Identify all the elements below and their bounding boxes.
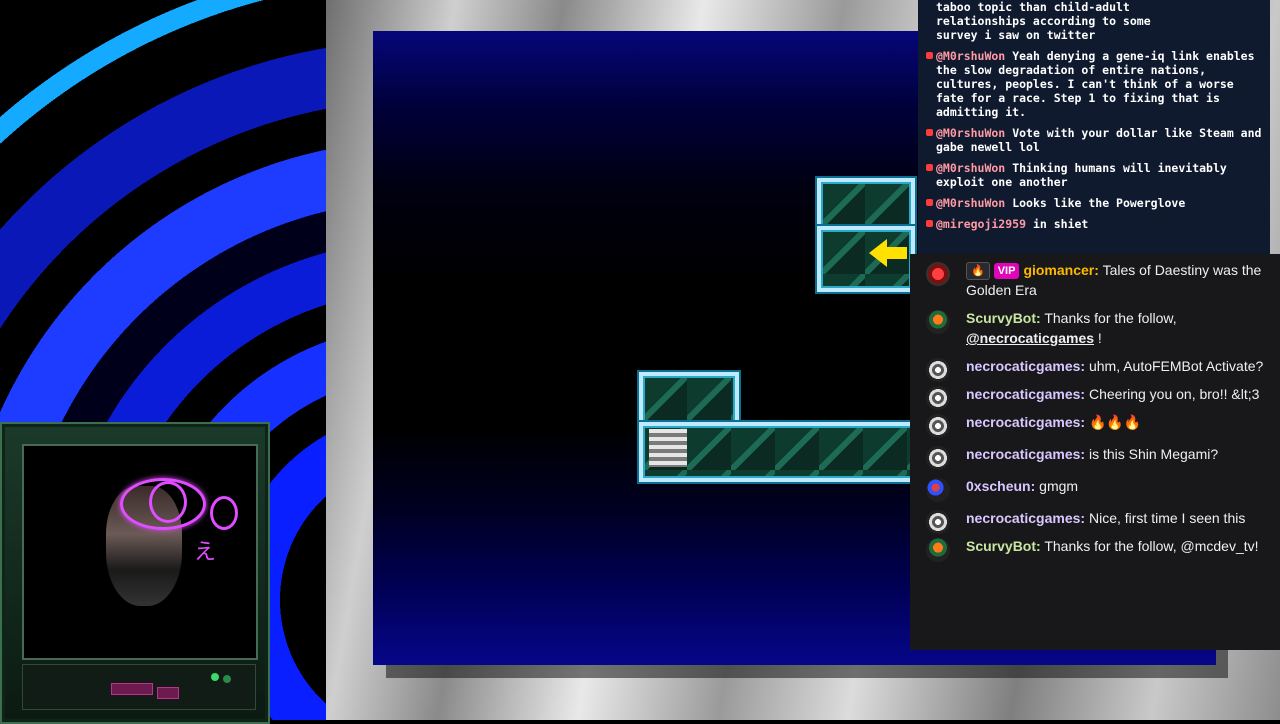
necro-avatar[interactable]: [926, 510, 950, 534]
chat-text: Thanks for the follow, @mcdev_tv!: [1044, 538, 1259, 554]
overlay-chat-user: @miregoji2959: [936, 217, 1027, 231]
status-led-icon: [211, 673, 219, 681]
kana-glyph: え: [194, 540, 217, 565]
chat-dot-icon: [926, 164, 933, 171]
webcam-frame: え: [0, 422, 270, 724]
chat-colon: :: [1094, 262, 1099, 278]
chat-text: 🔥🔥🔥: [1088, 414, 1142, 430]
chat-text: Nice, first time I seen this: [1088, 510, 1246, 526]
chat-colon: :: [1036, 310, 1041, 326]
stairs-tile: [649, 429, 687, 467]
overlay-chat-message: @miregoji2959 in shiet: [918, 217, 1270, 231]
chat-text: Thanks for the follow,: [1044, 310, 1177, 326]
player-arrow-tail: [885, 247, 907, 259]
overlay-chat-text: in shiet: [1032, 217, 1089, 231]
chat-colon: :: [1030, 478, 1036, 494]
chat-message: ScurvyBot: Thanks for the follow, @mcdev…: [910, 536, 1280, 562]
chat-username[interactable]: necrocaticgames: [966, 358, 1080, 374]
chat-colon: :: [1080, 358, 1086, 374]
chat-username[interactable]: necrocaticgames: [966, 386, 1080, 402]
chat-colon: :: [1080, 510, 1086, 526]
chat-dot-icon: [926, 220, 933, 227]
chat-message: necrocaticgames: is this Shin Megami?: [910, 444, 1280, 470]
chat-dot-icon: [926, 129, 933, 136]
necro-avatar[interactable]: [926, 386, 950, 410]
scurvy-avatar[interactable]: [926, 310, 950, 334]
chat-message: necrocaticgames: Nice, first time I seen…: [910, 508, 1280, 534]
chat-text: uhm, AutoFEMBot Activate?: [1088, 358, 1264, 374]
dungeon-wall: [817, 226, 915, 292]
webcam-feed: え: [22, 444, 258, 660]
chat-message: necrocaticgames: 🔥🔥🔥: [910, 412, 1280, 438]
chat-message: ScurvyBot: Thanks for the follow, @necro…: [910, 308, 1280, 348]
oxs-avatar[interactable]: [926, 478, 950, 502]
overlay-chat-text: Looks like the Powerglove: [1012, 196, 1186, 210]
chat-message: 0xscheun: gmgm: [910, 476, 1280, 502]
scurvy-avatar[interactable]: [926, 538, 950, 562]
overlay-chat-partial: taboo topic than child-adult relationshi…: [918, 0, 1270, 42]
overlay-chat-line: survey i saw on twitter: [936, 28, 1096, 42]
chat-dot-icon: [926, 199, 933, 206]
chat-colon: :: [1080, 446, 1086, 462]
chat-message: necrocaticgames: uhm, AutoFEMBot Activat…: [910, 356, 1280, 382]
overlay-chat-message: @M0rshuWon Vote with your dollar like St…: [918, 126, 1270, 154]
overlay-chat-message: @M0rshuWon Yeah denying a gene-iq link e…: [918, 49, 1270, 119]
chat-panel: 🔥 VIP giomancer: Tales of Daestiny was the…: [910, 254, 1280, 650]
chat-colon: :: [1080, 414, 1086, 430]
chat-username[interactable]: necrocaticgames: [966, 414, 1080, 430]
eye-pupil-icon: [149, 481, 187, 523]
chat-username[interactable]: ScurvyBot: [966, 538, 1036, 554]
necro-avatar[interactable]: [926, 446, 950, 470]
overlay-chat-line: relationships according to some: [936, 14, 1151, 28]
vip-badge[interactable]: VIP: [993, 263, 1020, 279]
small-eye-icon: [210, 496, 238, 530]
overlay-chat-user: @M0rshuWon: [936, 196, 1006, 210]
status-led-icon: [223, 675, 231, 683]
dungeon-wall: [817, 178, 915, 232]
overlay-chat-line: taboo topic than child-adult: [936, 0, 1130, 14]
chat-text: Cheering you on, bro!! &lt;3: [1088, 386, 1260, 402]
overlay-chat-user: @M0rshuWon: [936, 161, 1006, 175]
necro-avatar[interactable]: [926, 414, 950, 438]
chat-colon: :: [1080, 386, 1086, 402]
chat-username[interactable]: necrocaticgames: [966, 446, 1080, 462]
chat-username[interactable]: necrocaticgames: [966, 510, 1080, 526]
chat-dot-icon: [926, 52, 933, 59]
webcam-control-bar: [22, 664, 256, 710]
overlay-chat-message: @M0rshuWon Looks like the Powerglove: [918, 196, 1270, 210]
chat-username[interactable]: 0xscheun: [966, 478, 1031, 494]
necro-avatar[interactable]: [926, 358, 950, 382]
chat-message: 🔥 VIP giomancer: Tales of Daestiny was the…: [910, 260, 1280, 300]
gio-avatar[interactable]: [926, 262, 950, 286]
chat-username[interactable]: ScurvyBot: [966, 310, 1036, 326]
chat-message: necrocaticgames: Cheering you on, bro!! …: [910, 384, 1280, 410]
control-slot: [157, 687, 179, 699]
chat-colon: :: [1036, 538, 1041, 554]
chat-text: is this Shin Megami?: [1088, 446, 1219, 462]
fire-badge-icon[interactable]: 🔥: [966, 262, 990, 280]
overlay-chat-user: @M0rshuWon: [936, 126, 1006, 140]
control-slot: [111, 683, 153, 695]
chat-text: gmgm: [1039, 478, 1079, 494]
overlay-chat-user: @M0rshuWon: [936, 49, 1006, 63]
overlay-chat-message: @M0rshuWon Thinking humans will inevitab…: [918, 161, 1270, 189]
chat-text: !: [1094, 330, 1102, 346]
chat-mention[interactable]: @necrocaticgames: [966, 330, 1094, 346]
overlay-chat: taboo topic than child-adult relationshi…: [918, 0, 1270, 254]
chat-username[interactable]: giomancer: [1023, 262, 1094, 278]
